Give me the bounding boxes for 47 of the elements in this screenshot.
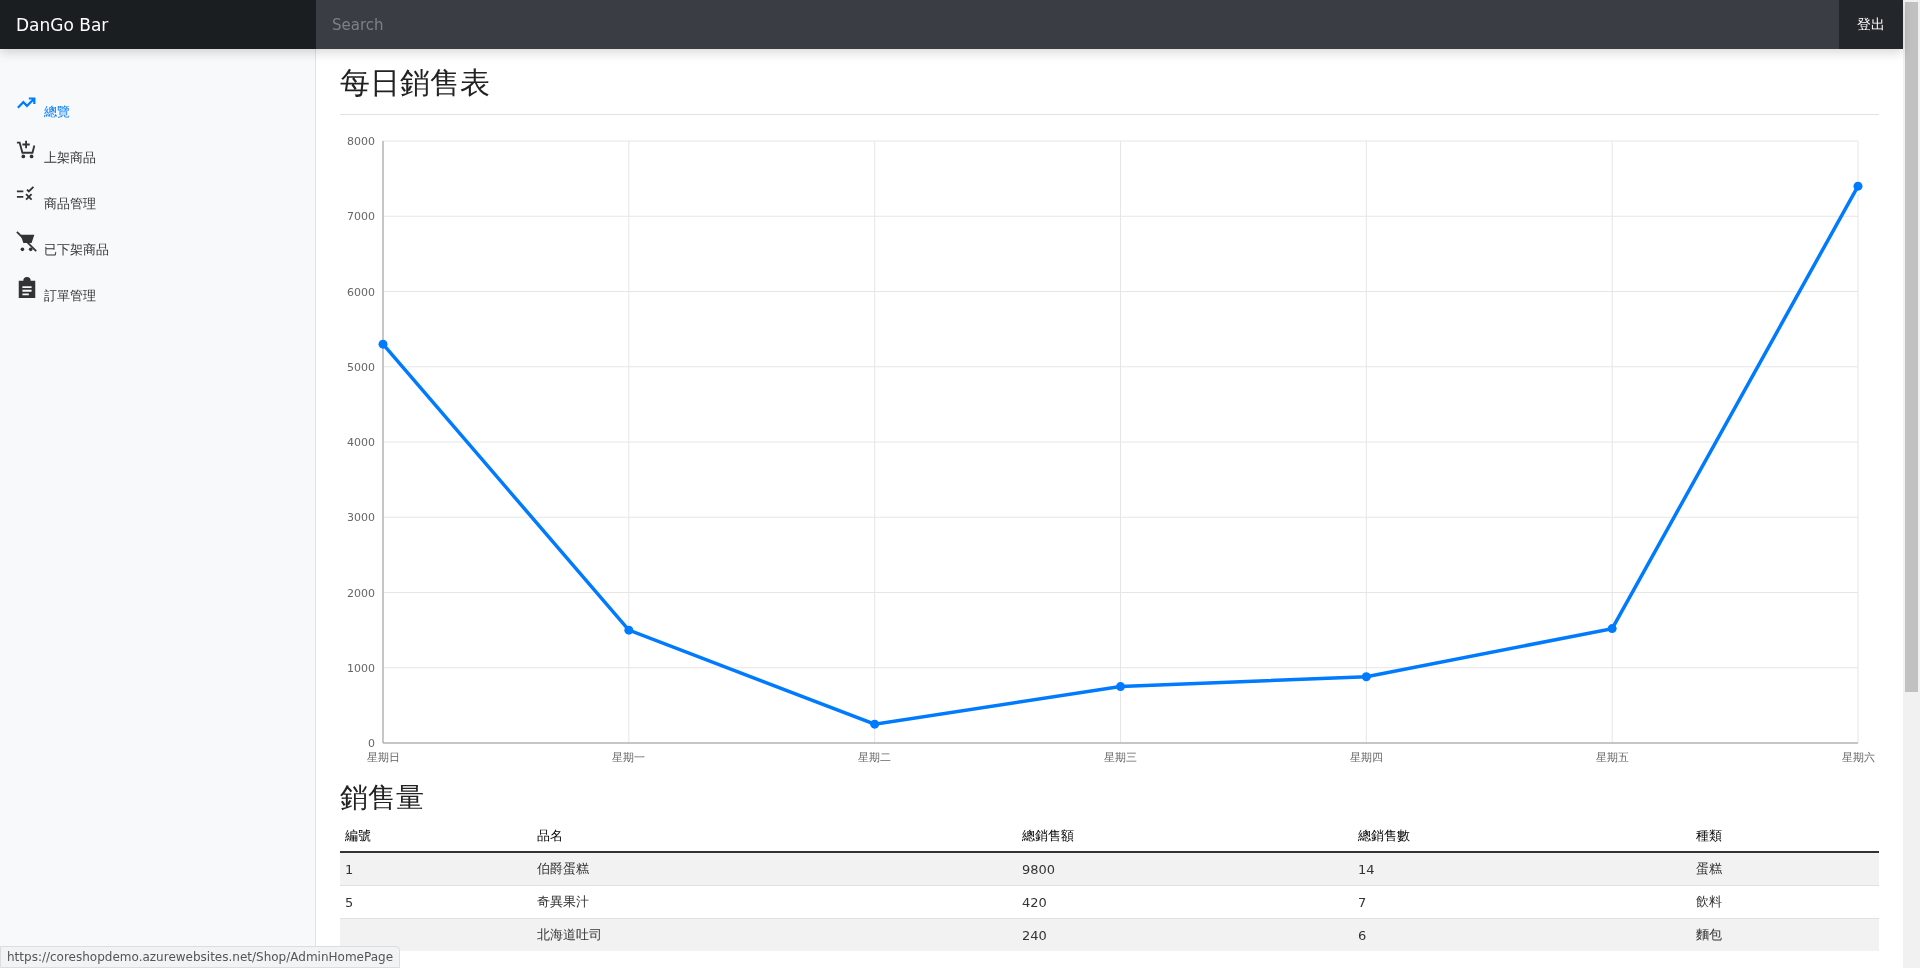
axis-tick-label: 3000	[347, 511, 375, 525]
axis-tick-label: 8000	[347, 135, 375, 148]
table-cell: 麵包	[1691, 918, 1879, 951]
clipboard-icon	[16, 277, 38, 299]
data-point	[1116, 682, 1125, 692]
axis-tick-label: 0	[368, 737, 375, 750]
sidebar-item[interactable]: 總覽	[0, 75, 315, 121]
table-cell: 蛋糕	[1691, 852, 1879, 886]
page-title: 每日銷售表	[340, 59, 1879, 115]
axis-tick-label: 1000	[347, 661, 375, 675]
search-field[interactable]: Search	[316, 0, 1839, 49]
sign-out-button[interactable]: 登出	[1839, 0, 1903, 49]
axis-tick-label: 星期一	[612, 751, 646, 764]
axis-tick-label: 星期四	[1349, 751, 1383, 764]
axis-tick-label: 7000	[347, 210, 375, 224]
data-point	[378, 339, 388, 349]
axis-tick-label: 星期六	[1841, 751, 1875, 764]
sidebar-item[interactable]: 已下架商品	[0, 213, 315, 259]
axis-tick-label: 4000	[347, 436, 375, 449]
table-cell: 14	[1353, 852, 1691, 886]
table-cell: 1	[340, 852, 532, 886]
sidebar-item[interactable]: 上架商品	[0, 121, 315, 167]
axis-tick-label: 2000	[347, 586, 375, 600]
data-point	[624, 625, 634, 635]
sidebar-item[interactable]: 商品管理	[0, 167, 315, 213]
axis-tick-label: 星期二	[858, 751, 892, 764]
data-point	[870, 719, 880, 729]
cart-plus-icon	[16, 139, 38, 161]
data-point	[1607, 624, 1617, 634]
table-cell: 9800	[1017, 852, 1353, 886]
section-title: 銷售量	[340, 780, 425, 816]
sidebar-item[interactable]: 訂單管理	[0, 259, 315, 305]
scrollbar[interactable]	[1903, 0, 1920, 968]
axis-tick-label: 6000	[347, 285, 375, 299]
table-cell: 240	[1017, 918, 1353, 951]
cart-crossed-icon	[16, 231, 38, 253]
table-cell: 北海道吐司	[532, 918, 1017, 951]
axis-tick-label: 星期三	[1104, 751, 1137, 764]
table-cell: 6	[1353, 918, 1691, 951]
data-point	[1853, 181, 1863, 191]
table-cell: 伯爵蛋糕	[532, 852, 1017, 886]
axis-tick-label: 星期日	[366, 751, 400, 764]
axis-tick-label: 5000	[347, 360, 375, 374]
data-point	[1361, 672, 1371, 682]
link-preview: https://coreshopdemo.azurewebsites.net/Shop/AdminHomePage	[0, 946, 400, 968]
brand-name[interactable]: DanGo Bar	[0, 0, 316, 49]
axis-tick-label: 星期五	[1595, 751, 1629, 764]
